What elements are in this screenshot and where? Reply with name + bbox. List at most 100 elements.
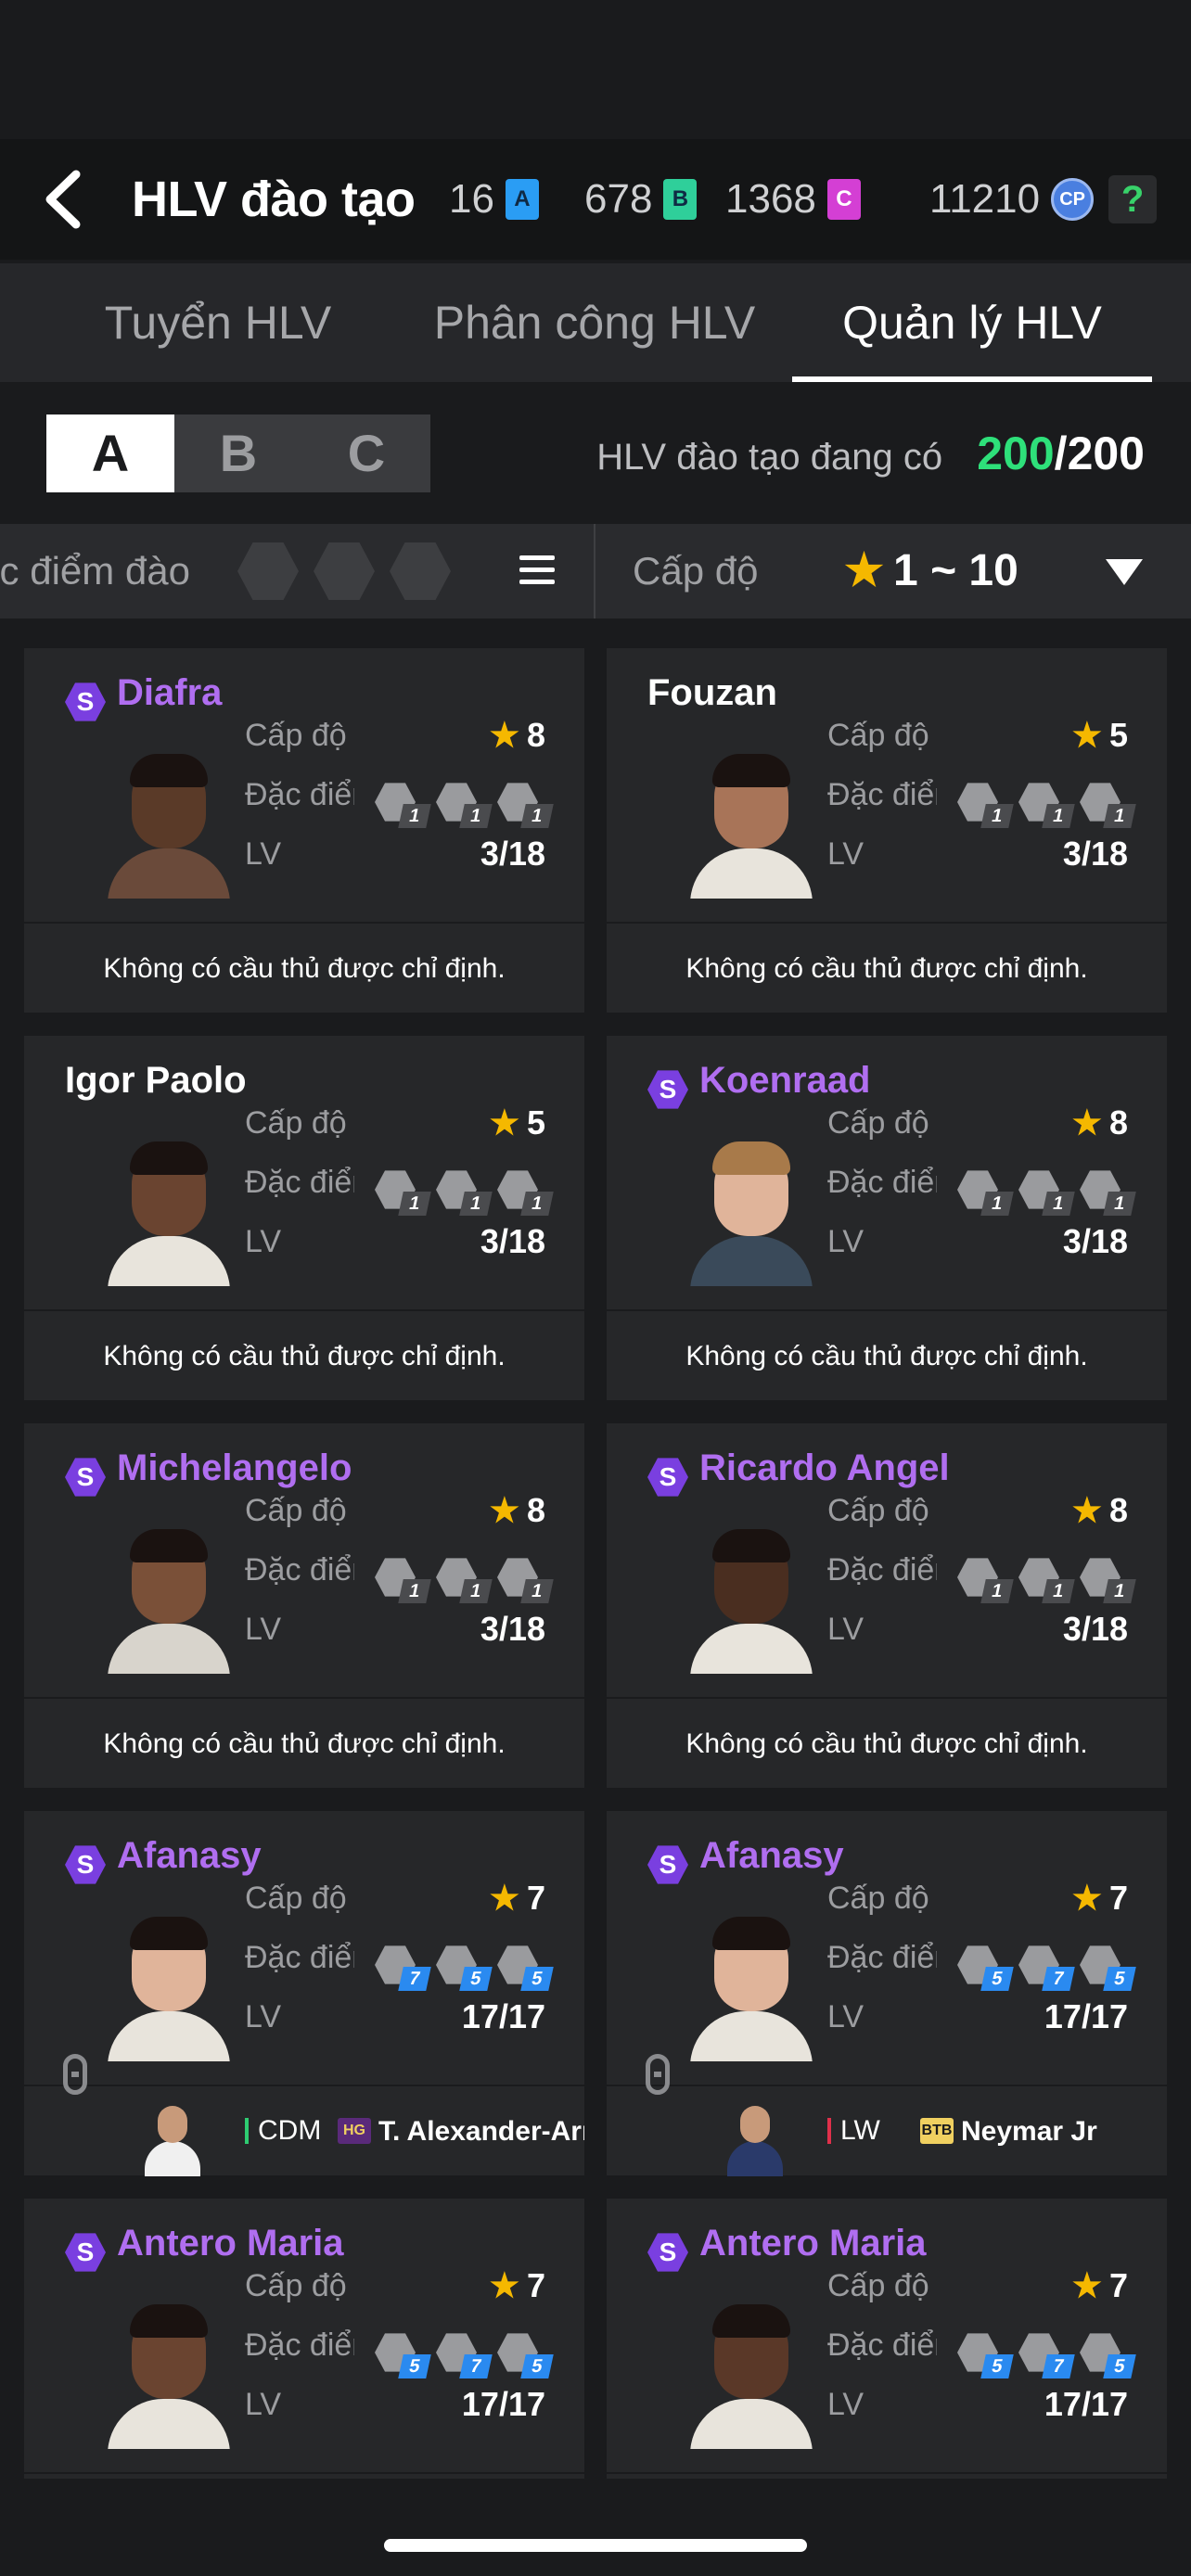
trait-icon[interactable]: 1 [497, 782, 554, 828]
coach-stars: ★ 7 [1071, 1879, 1128, 1917]
coach-avatar [690, 741, 813, 899]
trait-slot-2[interactable] [314, 542, 375, 601]
trait-icon[interactable]: 1 [1018, 1169, 1075, 1216]
trait-icon[interactable]: 5 [375, 2332, 431, 2378]
lv-label: LV [245, 1612, 282, 1647]
trait-icon[interactable]: 7 [436, 2332, 493, 2378]
level-label: Cấp độ [245, 1105, 347, 1141]
trait-icon[interactable]: 7 [1018, 1945, 1075, 1991]
trait-label: Đặc điểm [245, 2327, 354, 2363]
coach-card[interactable]: SMichelangelo Cấp độ ★8 Đặc điểm 111 LV … [24, 1423, 584, 1788]
trait-list: 1 1 1 [957, 1557, 1136, 1603]
coach-card[interactable]: SAfanasy Cấp độ ★7 Đặc điểm 5 7 5 LV 17/17… [607, 1811, 1167, 2176]
coach-card[interactable]: SAntero Maria Cấp độ ★7 Đặc điểm 575 LV … [24, 2199, 584, 2479]
trait-icon[interactable]: 1 [375, 782, 431, 828]
trait-icon[interactable]: 1 [436, 1557, 493, 1603]
trait-icon[interactable]: 1 [436, 782, 493, 828]
trait-icon[interactable]: 1 [1080, 782, 1136, 828]
group-c-button[interactable]: C [302, 414, 430, 492]
trait-icon[interactable]: 1 [1080, 1557, 1136, 1603]
star-icon: ★ [489, 1879, 519, 1917]
trait-slot-3[interactable] [390, 542, 451, 601]
level-label: Cấp độ [245, 2268, 347, 2303]
coach-lv: 3/18 [1062, 1610, 1128, 1648]
trait-icon[interactable]: 1 [957, 782, 1014, 828]
coach-card[interactable]: Fouzan Cấp độ ★5 Đặc điểm 1 1 1 LV 3/18 Kh… [607, 648, 1167, 1013]
filter-divider [594, 524, 596, 618]
coach-card[interactable]: SRicardo Angel Cấp độ ★8 Đặc điểm 1 1 1 LV… [607, 1423, 1167, 1788]
help-button[interactable]: ? [1108, 175, 1158, 223]
coach-card[interactable]: SDiafra Cấp độ ★8 Đặc điểm 1 1 1 LV 3/18 K… [24, 648, 584, 1013]
trait-icon[interactable]: 1 [436, 1169, 493, 1216]
trait-icon[interactable]: 5 [1080, 2332, 1136, 2378]
trait-icon[interactable]: 5 [497, 2332, 554, 2378]
trait-icon[interactable]: 1 [375, 1557, 431, 1603]
player-name: T. Alexander-Arnol [378, 2116, 584, 2147]
tab-bar: Tuyển HLV Phân công HLV Quản lý HLV [0, 263, 1191, 382]
lv-label: LV [245, 1224, 282, 1259]
currency-cp: 11210 CP ? [929, 165, 1158, 234]
group-b-button[interactable]: B [174, 414, 302, 492]
menu-icon[interactable] [519, 555, 555, 587]
tab-recruit-coach[interactable]: Tuyển HLV [65, 263, 371, 382]
trait-level: 1 [980, 1192, 1014, 1216]
no-player-text: Không có cầu thủ được chỉ định. [607, 2475, 1167, 2479]
coach-lv: 3/18 [480, 1222, 545, 1260]
back-button[interactable] [37, 167, 93, 232]
tab-assign-coach[interactable]: Phân công HLV [427, 263, 762, 382]
trait-icon[interactable]: 1 [375, 1169, 431, 1216]
trait-label: Đặc điểm [245, 777, 354, 812]
trait-icon[interactable]: 1 [957, 1169, 1014, 1216]
trait-icon[interactable]: 1 [1018, 782, 1075, 828]
trait-icon[interactable]: 7 [1018, 2332, 1075, 2378]
coach-card[interactable]: SKoenraad Cấp độ ★8 Đặc điểm 1 1 1 LV 3/18… [607, 1036, 1167, 1400]
star-icon: ★ [844, 546, 885, 595]
assigned-player[interactable]: CDM HG T. Alexander-Arnol [24, 2087, 584, 2176]
coach-card[interactable]: SAntero Maria Cấp độ ★7 Đặc điểm 575 LV … [607, 2199, 1167, 2479]
trait-slot-1[interactable] [237, 542, 299, 601]
currency-c: 1368 C [725, 165, 861, 234]
special-s-icon: S [65, 1845, 106, 1884]
trait-label: Đặc điểm [827, 2327, 937, 2363]
trait-icon[interactable]: 1 [497, 1169, 554, 1216]
coach-card[interactable]: SAfanasy Cấp độ ★7 Đặc điểm 7 5 5 LV 17/17… [24, 1811, 584, 2176]
trait-icon[interactable]: 1 [497, 1557, 554, 1603]
coach-avatar [690, 1129, 813, 1286]
trait-level: 7 [1042, 2354, 1075, 2378]
assigned-player[interactable]: LW BTB Neymar Jr [607, 2087, 1167, 2176]
star-icon: ★ [1071, 1491, 1102, 1529]
coach-name: S Ricardo Angel [647, 1442, 950, 1498]
trait-level: 1 [1103, 1192, 1136, 1216]
trait-icon[interactable]: 5 [436, 1945, 493, 1991]
coach-card[interactable]: Igor Paolo Cấp độ ★5 Đặc điểm 1 1 1 LV 3/1… [24, 1036, 584, 1400]
trait-level: 5 [520, 1967, 554, 1991]
home-indicator[interactable] [384, 2539, 807, 2552]
trait-icon[interactable]: 5 [957, 2332, 1014, 2378]
lv-label: LV [827, 1224, 864, 1259]
trait-level: 1 [1103, 804, 1136, 828]
trait-icon[interactable]: 5 [957, 1945, 1014, 1991]
trait-level: 7 [1042, 1967, 1075, 1991]
trait-icon[interactable]: 7 [375, 1945, 431, 1991]
coach-name: S Antero Maria [65, 2217, 344, 2273]
trait-icon[interactable]: 5 [1080, 1945, 1136, 1991]
star-icon: ★ [489, 1103, 519, 1141]
dropdown-caret-icon[interactable] [1106, 559, 1143, 585]
coach-stars: ★ 8 [489, 1491, 545, 1529]
trait-level: 1 [459, 1192, 493, 1216]
a-ticket-icon: A [505, 179, 539, 220]
trait-icon[interactable]: 5 [497, 1945, 554, 1991]
trait-icon[interactable]: 1 [957, 1557, 1014, 1603]
player-position: CDM [245, 2117, 321, 2145]
trait-level: 7 [398, 1967, 431, 1991]
coach-list[interactable]: SDiafra Cấp độ ★8 Đặc điểm 1 1 1 LV 3/18 K… [0, 618, 1191, 2479]
cp-coin-icon: CP [1051, 178, 1095, 221]
trait-icon[interactable]: 1 [1018, 1557, 1075, 1603]
trait-filter-label[interactable]: Đặc điểm đào [0, 524, 190, 618]
level-range[interactable]: ★ 1 ~ 10 [844, 524, 1018, 618]
tab-manage-coach[interactable]: Quản lý HLV [792, 263, 1152, 382]
group-a-button[interactable]: A [46, 414, 174, 492]
coach-stars: ★ 5 [1071, 716, 1128, 754]
trait-icon[interactable]: 1 [1080, 1169, 1136, 1216]
special-s-icon: S [647, 2233, 688, 2272]
